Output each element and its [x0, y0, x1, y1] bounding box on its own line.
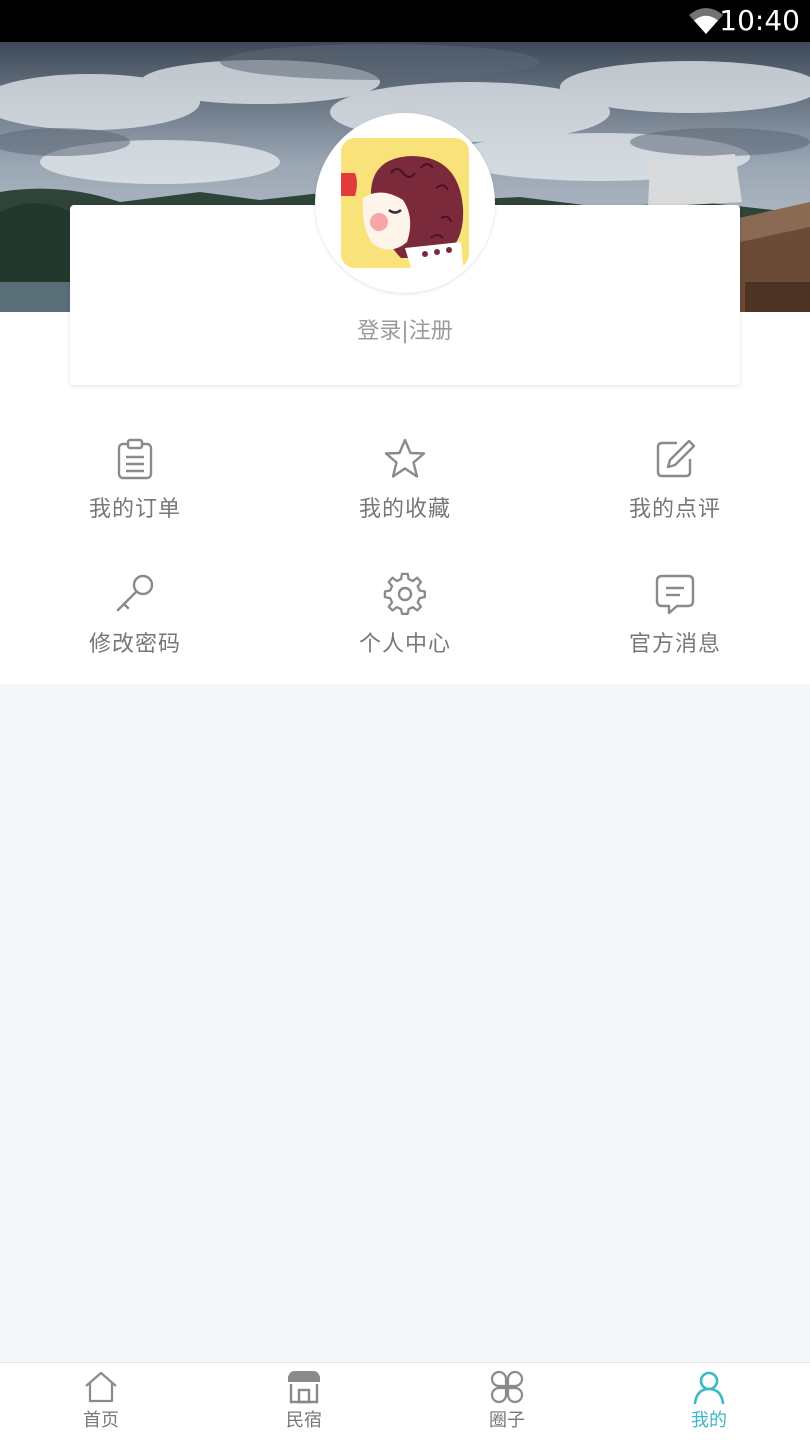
menu-label-official-messages: 官方消息 [628, 632, 721, 657]
tab-home[interactable]: 首页 [41, 1363, 161, 1440]
menu-item-favorites[interactable]: 我的收藏 [305, 437, 505, 547]
bottom-tab-bar: 首页 民宿 圈子 我的 [0, 1362, 810, 1440]
shop-icon [288, 1371, 320, 1404]
tab-label-home: 首页 [83, 1410, 119, 1431]
menu-label-change-password: 修改密码 [88, 632, 181, 657]
status-time: 10:40 [719, 4, 800, 37]
clipboard-icon [117, 438, 153, 480]
tab-label-circle: 圈子 [489, 1410, 525, 1431]
menu-item-orders[interactable]: 我的订单 [35, 437, 235, 547]
tab-homestay[interactable]: 民宿 [244, 1363, 364, 1440]
gear-icon [383, 572, 426, 615]
tab-label-homestay: 民宿 [286, 1410, 322, 1431]
key-icon [116, 574, 154, 612]
tab-mine[interactable]: 我的 [649, 1363, 769, 1440]
login-register-link[interactable]: 登录|注册 [70, 317, 740, 347]
menu-label-favorites: 我的收藏 [358, 497, 451, 522]
menu-item-reviews[interactable]: 我的点评 [575, 437, 775, 547]
menu-item-official-messages[interactable]: 官方消息 [575, 572, 775, 682]
menu-item-change-password[interactable]: 修改密码 [35, 572, 235, 682]
user-icon [693, 1371, 725, 1405]
tab-label-mine: 我的 [691, 1410, 727, 1431]
menu-label-personal-center: 个人中心 [358, 632, 451, 657]
avatar[interactable] [341, 138, 469, 268]
avatar-frame[interactable] [315, 113, 495, 293]
edit-icon [656, 439, 696, 478]
star-icon [384, 438, 426, 478]
menu-label-orders: 我的订单 [88, 497, 181, 522]
menu-label-reviews: 我的点评 [628, 497, 721, 522]
message-icon [655, 574, 695, 615]
menu-item-personal-center[interactable]: 个人中心 [305, 572, 505, 682]
home-icon [85, 1371, 117, 1403]
circle-grid-icon [490, 1370, 524, 1404]
tab-circle[interactable]: 圈子 [447, 1363, 567, 1440]
status-bar: 10:40 [0, 0, 810, 42]
